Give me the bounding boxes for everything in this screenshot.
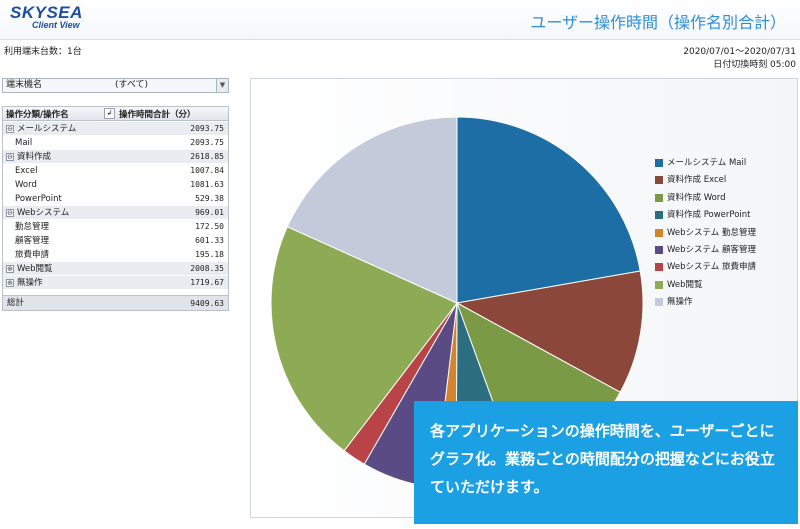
legend-swatch bbox=[655, 298, 663, 307]
caption-text: 各アプリケーションの操作時間を、ユーザーごとにグラフ化。業務ごとの時間配分の把握… bbox=[430, 422, 775, 496]
table-header: 操作分類/操作名 ↲ 操作時間合計（分） bbox=[3, 107, 228, 121]
header-bar: SKYSEA Client View ユーザー操作時間（操作名別合計） bbox=[0, 0, 800, 40]
legend-swatch bbox=[655, 228, 663, 237]
row-value: 529.38 bbox=[195, 194, 224, 203]
legend-label: メールシステム Mail bbox=[667, 158, 747, 168]
terminal-count: 利用端末台数：1台 bbox=[4, 47, 82, 57]
row-label: PowerPoint bbox=[15, 194, 62, 204]
table-row[interactable]: 旅費申請 195.18 bbox=[3, 248, 228, 262]
legend-swatch bbox=[655, 159, 663, 167]
total-label: 総計 bbox=[7, 298, 25, 308]
table-group-row[interactable]: ⊖ 資料作成 2618.85 bbox=[3, 150, 228, 164]
row-label: Excel bbox=[15, 166, 38, 176]
date-range: 2020/07/01～2020/07/31 bbox=[683, 47, 796, 57]
table-group-row[interactable]: ⊕ 無操作 1719.67 bbox=[3, 276, 228, 290]
row-label: 勤怠管理 bbox=[15, 222, 50, 232]
table-group-row[interactable]: ⊖ メールシステム 2093.75 bbox=[3, 122, 228, 136]
expand-icon[interactable]: ⊕ bbox=[6, 265, 14, 273]
report-title: ユーザー操作時間（操作名別合計） bbox=[530, 13, 786, 32]
collapse-icon[interactable]: ⊖ bbox=[6, 209, 14, 217]
legend-label: Webシステム 顧客管理 bbox=[667, 245, 756, 255]
skysea-logo: SKYSEA Client View bbox=[10, 4, 90, 32]
row-label: メールシステム bbox=[17, 124, 77, 134]
table-row[interactable]: PowerPoint 529.38 bbox=[3, 192, 228, 206]
row-value: 2618.85 bbox=[190, 152, 224, 161]
legend-label: Webシステム 旅費申請 bbox=[667, 262, 756, 273]
filter-label: 端末機名 bbox=[6, 80, 43, 90]
pie-slice[interactable] bbox=[456, 116, 641, 304]
table-row[interactable]: 勤怠管理 172.50 bbox=[3, 220, 228, 234]
legend-label: 資料作成 Excel bbox=[667, 175, 727, 186]
filter-selected-value: (すべて) bbox=[115, 80, 149, 90]
legend-swatch bbox=[655, 280, 663, 289]
legend-swatch bbox=[655, 246, 663, 254]
table-row[interactable]: Word 1081.63 bbox=[3, 178, 228, 192]
row-value: 601.33 bbox=[195, 236, 224, 245]
row-label: 顧客管理 bbox=[15, 236, 50, 246]
row-value: 1081.63 bbox=[190, 180, 224, 189]
legend-swatch bbox=[655, 211, 663, 220]
table-row[interactable]: 顧客管理 601.33 bbox=[3, 234, 228, 248]
row-value: 2008.35 bbox=[190, 264, 224, 273]
legend-swatch bbox=[655, 263, 663, 272]
row-value: 2093.75 bbox=[190, 138, 224, 147]
total-value: 9409.63 bbox=[190, 299, 224, 308]
table-group-row[interactable]: ⊕ Web閲覧 2008.35 bbox=[3, 262, 228, 276]
row-label: 無操作 bbox=[17, 278, 43, 288]
legend-label: 無操作 bbox=[667, 297, 693, 308]
row-value: 1007.84 bbox=[190, 166, 224, 175]
column-header-time[interactable]: 操作時間合計（分） bbox=[119, 108, 196, 120]
chevron-down-icon[interactable]: ▼ bbox=[216, 79, 228, 92]
row-label: Word bbox=[15, 180, 37, 190]
row-value: 969.01 bbox=[195, 208, 224, 217]
row-value: 195.18 bbox=[195, 250, 224, 259]
row-label: Webシステム bbox=[17, 208, 70, 218]
total-row: 総計 9409.63 bbox=[3, 295, 228, 310]
collapse-icon[interactable]: ⊖ bbox=[6, 125, 14, 133]
legend-label: Webシステム 勤怠管理 bbox=[667, 227, 756, 238]
legend-swatch bbox=[655, 193, 663, 202]
column-header-category[interactable]: 操作分類/操作名 bbox=[6, 108, 69, 120]
row-value: 1719.67 bbox=[190, 278, 224, 287]
collapse-icon[interactable]: ⊖ bbox=[6, 153, 14, 161]
row-label: 資料作成 bbox=[17, 152, 52, 162]
row-value: 172.50 bbox=[195, 222, 224, 231]
table-row[interactable]: Excel 1007.84 bbox=[3, 164, 228, 178]
terminal-filter-dropdown[interactable]: 端末機名 (すべて) ▼ bbox=[2, 78, 229, 93]
logo-subtext: Client View bbox=[32, 20, 80, 30]
row-label: 旅費申請 bbox=[15, 250, 50, 260]
legend-swatch bbox=[655, 176, 663, 185]
legend-label: 資料作成 Word bbox=[667, 192, 726, 203]
caption-banner: 各アプリケーションの操作時間を、ユーザーごとにグラフ化。業務ごとの時間配分の把握… bbox=[414, 401, 798, 524]
legend-label: 資料作成 PowerPoint bbox=[667, 210, 751, 221]
expand-icon[interactable]: ⊕ bbox=[6, 279, 14, 287]
row-label: Mail bbox=[15, 138, 33, 148]
table-row[interactable]: Mail 2093.75 bbox=[3, 136, 228, 150]
legend-label: Web閲覧 bbox=[667, 279, 703, 290]
row-label: Web閲覧 bbox=[17, 264, 53, 274]
day-switch-time: 日付切換時刻 05:00 bbox=[713, 60, 796, 70]
sort-icon[interactable]: ↲ bbox=[104, 108, 115, 119]
table-group-row[interactable]: ⊖ Webシステム 969.01 bbox=[3, 206, 228, 220]
row-value: 2093.75 bbox=[190, 124, 224, 133]
operation-time-table: 操作分類/操作名 ↲ 操作時間合計（分） ⊖ メールシステム 2093.75 Mail… bbox=[2, 106, 229, 311]
